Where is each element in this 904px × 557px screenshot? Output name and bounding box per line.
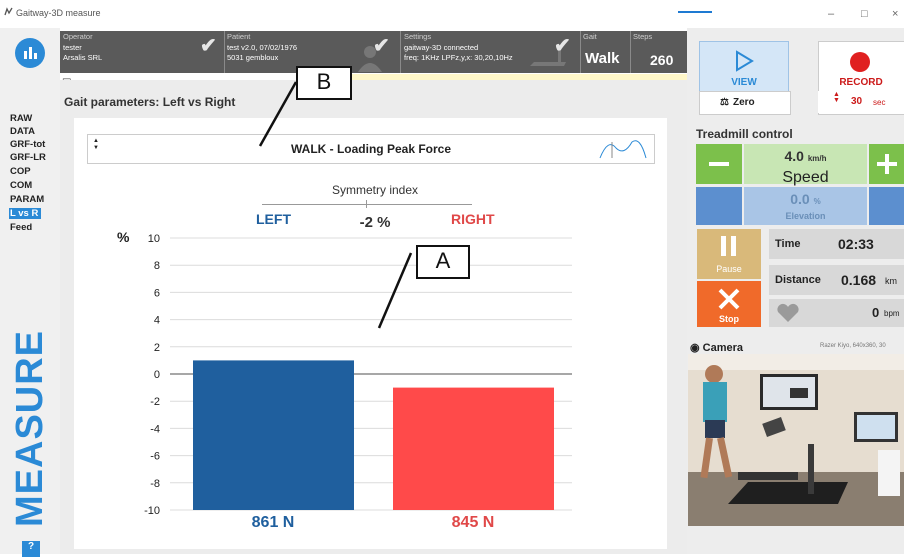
- speed-unit: km/h: [807, 154, 827, 163]
- callout-a: A: [416, 245, 470, 279]
- zero-label: Zero: [733, 97, 755, 108]
- speed-up-button[interactable]: [869, 144, 904, 184]
- play-icon: [736, 50, 754, 72]
- elevation-unit: %: [813, 197, 821, 206]
- view-label: VIEW: [731, 77, 757, 88]
- camera-label: Camera: [702, 342, 744, 354]
- camera-info: Razer Kiyo, 640x360, 30: [820, 343, 886, 349]
- elevation-down-button[interactable]: [696, 187, 742, 225]
- stop-label: Stop: [719, 314, 739, 324]
- zero-icon: ⚖: [720, 97, 729, 108]
- maximize-button[interactable]: □: [861, 8, 868, 20]
- distance-unit: km: [885, 276, 897, 286]
- speed-value: 4.0: [784, 148, 804, 164]
- camera-toggle[interactable]: ◉ Camera: [690, 341, 743, 354]
- speed-readout: 4.0 km/h: [744, 148, 867, 164]
- bpm-unit: bpm: [884, 309, 900, 318]
- pause-label: Pause: [716, 264, 742, 274]
- elevation-readout: 0.0 %: [744, 191, 867, 207]
- pause-icon: [721, 236, 736, 256]
- callout-b: B: [296, 66, 352, 100]
- distance-label: Distance: [775, 274, 821, 286]
- duration-arrows-icon[interactable]: ▲ ▼: [833, 91, 840, 104]
- close-button[interactable]: ×: [892, 8, 898, 20]
- record-unit: sec: [873, 98, 886, 107]
- speed-down-button[interactable]: [696, 144, 742, 184]
- stop-icon: [718, 288, 740, 310]
- elevation-up-button[interactable]: [869, 187, 904, 225]
- time-label: Time: [775, 238, 801, 250]
- minimize-button[interactable]: –: [828, 8, 834, 20]
- elevation-value: 0.0: [790, 191, 810, 207]
- heart-icon: [777, 303, 799, 322]
- speed-label: Speed: [782, 169, 829, 186]
- record-label: RECORD: [839, 77, 883, 88]
- camera-feed-image: [688, 354, 904, 526]
- record-time: 30: [851, 96, 863, 107]
- elevation-label: Elevation: [785, 211, 826, 221]
- distance-value: 0.168: [841, 272, 877, 288]
- time-value: 02:33: [838, 236, 874, 252]
- bpm-value: 0: [872, 305, 880, 320]
- record-icon: [850, 52, 870, 72]
- treadmill-title: Treadmill control: [696, 127, 793, 141]
